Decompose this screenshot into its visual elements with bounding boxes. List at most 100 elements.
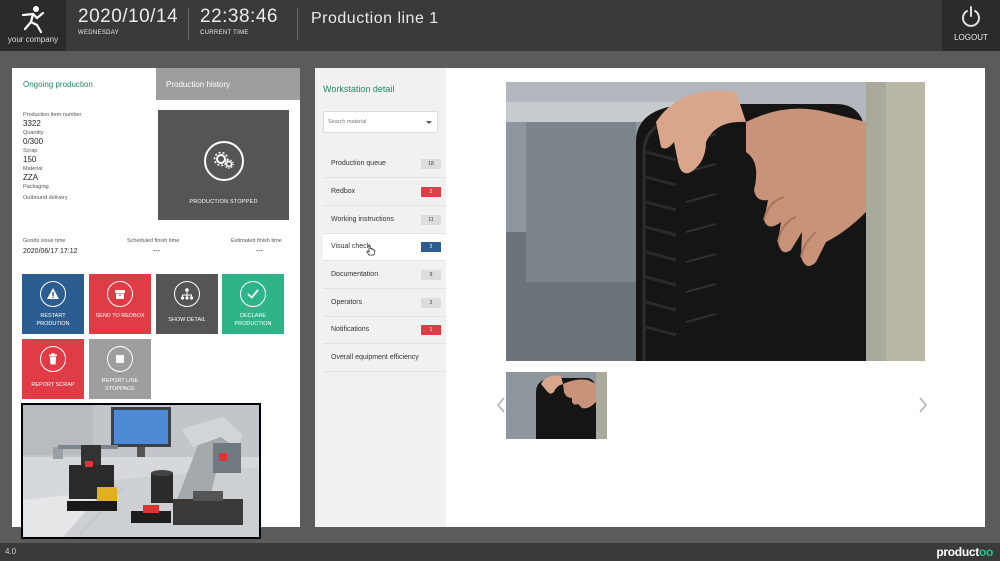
runner-logo-icon	[21, 6, 45, 33]
company-logo-text: your company	[7, 35, 59, 44]
tab-production-history[interactable]: Production history	[156, 68, 300, 100]
production-times: Goods issue time 2020/06/17 17:12 Schedu…	[23, 238, 291, 260]
logout-label: LOGOUT	[954, 33, 988, 42]
gears-icon	[204, 141, 244, 181]
workstation-item-visual-check[interactable]: Visual check 2	[323, 234, 446, 261]
count-badge: 9	[421, 270, 441, 280]
production-status-label: PRODUCTION STOPPED	[189, 199, 258, 205]
vendor-logo: productoo	[936, 545, 993, 559]
workstation-item-label: Overall equipment efficiency	[331, 354, 419, 361]
count-badge: 1	[421, 325, 441, 335]
scheduled-finish-label: Scheduled finish time	[127, 238, 180, 244]
restart-production-label: RESTART PRODUTION	[36, 313, 70, 327]
workstation-item-oee[interactable]: Overall equipment efficiency	[323, 345, 446, 372]
workstation-item-label: Production queue	[331, 160, 386, 167]
send-to-redbox-label: SEND TO REDBOX	[95, 313, 145, 319]
next-image-button[interactable]	[918, 396, 928, 419]
workstation-item-label: Redbox	[331, 188, 356, 195]
header-divider	[188, 8, 189, 40]
vendor-logo-accent: oo	[978, 545, 993, 559]
workstation-item-documentation[interactable]: Documentation 9	[323, 262, 446, 289]
declare-production-button[interactable]: DECLARE PRODUCTION	[222, 274, 284, 334]
count-badge: 2	[421, 298, 441, 308]
robot-camera-image	[23, 405, 259, 537]
workstation-item-production-queue[interactable]: Production queue 18	[323, 151, 446, 178]
header-divider	[297, 8, 298, 40]
workstation-item-operators[interactable]: Operators 2	[323, 290, 446, 317]
tire-inspection-image	[506, 82, 925, 361]
current-time: 22:38:46	[200, 6, 278, 27]
current-time-label: CURRENT TIME	[200, 30, 249, 36]
workstation-panel: Workstation detail Search material Produ…	[315, 68, 446, 527]
estimated-finish-value: ---	[256, 248, 263, 255]
goods-issue-label: Goods issue time	[23, 238, 66, 244]
declare-production-label: DECLARE PRODUCTION	[234, 313, 272, 327]
main-inspection-image	[506, 82, 925, 361]
date-display: 2020/10/14 WEDNESDAY	[78, 6, 178, 36]
count-badge: 2	[421, 242, 441, 252]
camera-feed	[21, 403, 261, 539]
production-panel: Ongoing production Production history Pr…	[12, 68, 300, 539]
count-badge: 11	[421, 215, 441, 225]
app-version: 4.0	[5, 547, 17, 556]
report-line-stoppage-label: REPORT LINE STOPPAGE	[101, 378, 139, 392]
material-value: ZZA	[23, 173, 39, 182]
tab-ongoing-production[interactable]: Ongoing production	[12, 68, 156, 100]
hand-cursor-icon	[366, 245, 376, 256]
stop-icon	[107, 346, 133, 372]
scheduled-finish-value: ---	[153, 248, 160, 255]
report-scrap-label: REPORT SCRAP	[31, 382, 75, 388]
workstation-item-label: Documentation	[331, 271, 379, 278]
trash-icon	[40, 346, 66, 372]
workstation-item-label: Notifications	[331, 326, 370, 333]
warning-icon	[40, 281, 66, 307]
page-title-block: Production line 1	[311, 10, 439, 28]
chevron-left-icon	[496, 397, 505, 413]
report-scrap-button[interactable]: REPORT SCRAP	[22, 339, 84, 399]
material-label: Material	[23, 166, 43, 172]
workstation-item-redbox[interactable]: Redbox 2	[323, 179, 446, 206]
company-logo: your company	[0, 0, 66, 51]
quantity-label: Quantity	[23, 130, 44, 136]
previous-image-button[interactable]	[496, 396, 506, 419]
send-to-redbox-button[interactable]: SEND TO REDBOX	[89, 274, 151, 334]
current-weekday: WEDNESDAY	[78, 30, 119, 36]
inspection-thumbnail[interactable]	[506, 372, 607, 439]
vendor-logo-main: product	[936, 545, 979, 559]
chevron-right-icon	[919, 397, 928, 413]
bottom-bar: 4.0 productoo	[0, 543, 1000, 561]
checkmark-icon	[240, 281, 266, 307]
item-number-value: 3322	[23, 119, 41, 128]
workstation-title: Workstation detail	[323, 84, 395, 94]
workstation-item-label: Working instructions	[331, 216, 394, 223]
workstation-item-label: Operators	[331, 299, 363, 306]
item-number-label: Production item number	[23, 112, 82, 118]
power-icon	[962, 6, 980, 27]
scrap-value: 150	[23, 155, 37, 164]
logout-button[interactable]: LOGOUT	[942, 0, 1000, 51]
count-badge: 2	[421, 187, 441, 197]
page-title: Production line 1	[311, 10, 439, 27]
workstation-item-notifications[interactable]: Notifications 1	[323, 317, 446, 344]
show-detail-button[interactable]: SHOW DETAIL	[156, 274, 218, 334]
production-info: Production item number 3322 Quantity 0/3…	[23, 112, 153, 202]
count-badge: 18	[421, 159, 441, 169]
goods-issue-value: 2020/06/17 17:12	[23, 248, 78, 255]
top-bar: your company 2020/10/14 WEDNESDAY 22:38:…	[0, 0, 1000, 51]
report-line-stoppage-button[interactable]: REPORT LINE STOPPAGE	[89, 339, 151, 399]
box-icon	[107, 281, 133, 307]
quantity-value: 0/300	[23, 137, 44, 146]
workstation-item-working-instructions[interactable]: Working instructions 11	[323, 207, 446, 234]
tire-thumbnail-image	[506, 372, 607, 439]
workstation-item-label: Visual check	[331, 243, 371, 250]
show-detail-label: SHOW DETAIL	[168, 317, 206, 323]
restart-production-button[interactable]: RESTART PRODUTION	[22, 274, 84, 334]
material-search-placeholder: Search material	[328, 119, 367, 125]
production-status-tile: PRODUCTION STOPPED	[158, 110, 289, 220]
material-search-select[interactable]: Search material	[323, 111, 438, 133]
current-date: 2020/10/14	[78, 6, 179, 27]
time-display: 22:38:46 CURRENT TIME	[200, 6, 278, 36]
outbound-delivery-label: Outbound delivery	[23, 195, 68, 201]
packaging-label: Packaging	[23, 184, 49, 190]
scrap-label: Scrap	[23, 148, 38, 154]
